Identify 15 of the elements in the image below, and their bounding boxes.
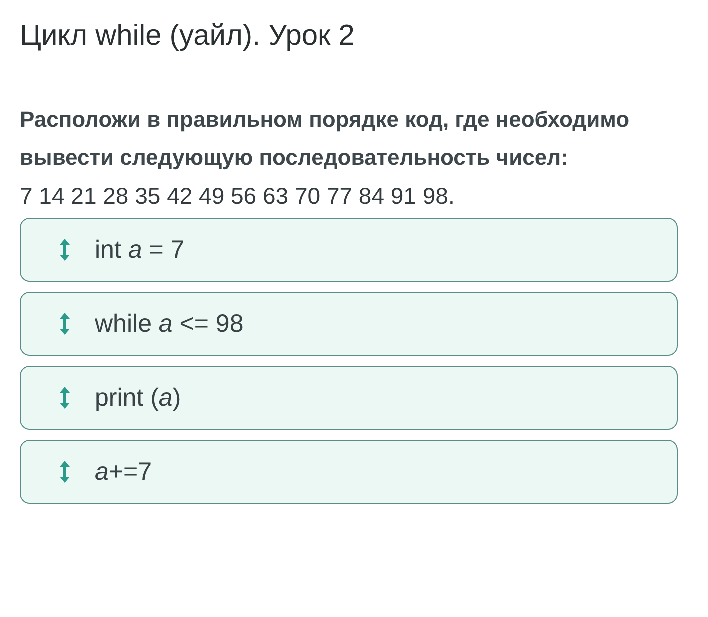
- vertical-arrow-icon: [59, 311, 71, 337]
- vertical-arrow-icon: [59, 385, 71, 411]
- question-text: Расположи в правильном порядке код, где необходимо вывести следующую последовательность чисел:: [20, 106, 631, 172]
- number-sequence: 7 14 21 28 35 42 49 56 63 70 77 84 91 98.: [20, 183, 456, 210]
- draggable-code-item[interactable]: while a <= 98: [20, 292, 678, 356]
- code-line: a+=7: [95, 458, 152, 486]
- lesson-title: Цикл while (уайл). Урок 2: [20, 20, 356, 53]
- draggable-code-item[interactable]: int a = 7: [20, 218, 678, 282]
- draggable-code-item[interactable]: print (a): [20, 366, 678, 430]
- code-line: int a = 7: [95, 236, 185, 264]
- vertical-arrow-icon: [59, 237, 71, 263]
- code-line: print (a): [95, 384, 182, 412]
- code-line: while a <= 98: [95, 310, 244, 338]
- vertical-arrow-icon: [59, 459, 71, 485]
- draggable-code-item[interactable]: a+=7: [20, 440, 678, 504]
